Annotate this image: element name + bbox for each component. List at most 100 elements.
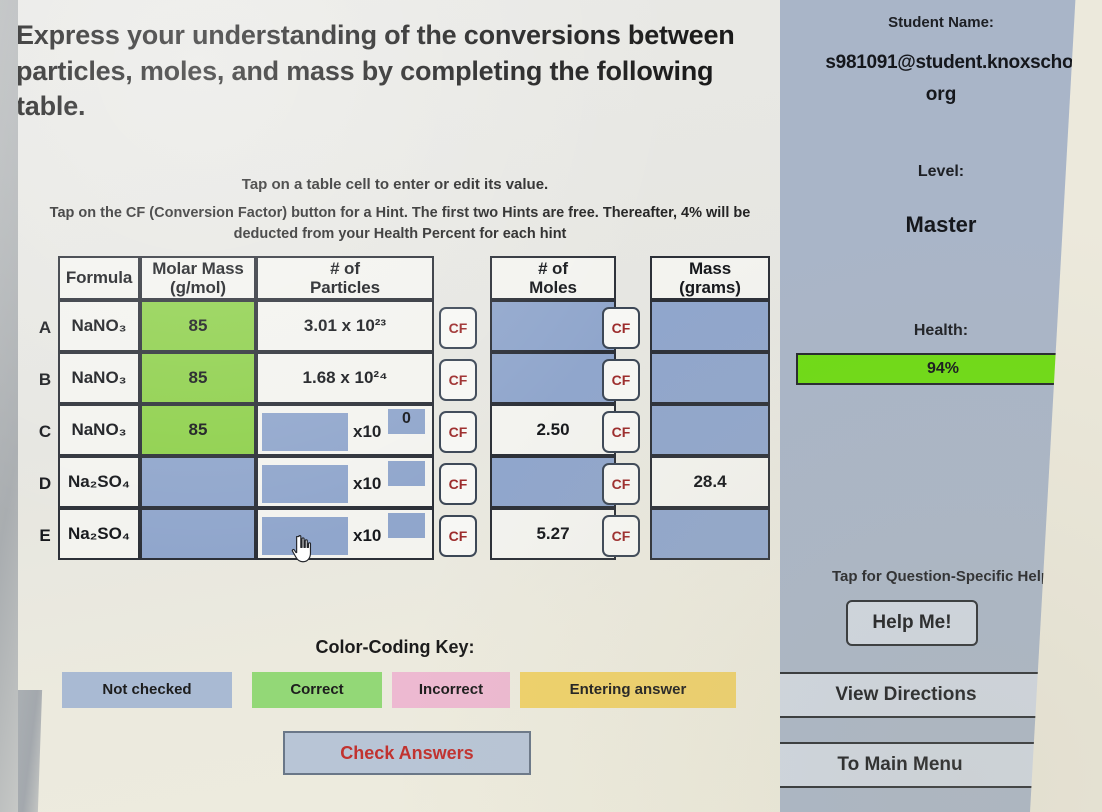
cf-button-moles-to-mass[interactable]: CF — [602, 463, 640, 505]
cell-moles[interactable]: 2.50 — [490, 404, 616, 456]
cf-label[interactable]: CF — [439, 307, 477, 349]
cf-button-particles-to-moles[interactable]: CF — [439, 515, 477, 557]
cell-formula: Na₂SO₄ — [58, 508, 140, 560]
cell-mass[interactable]: 28.4 — [650, 456, 770, 508]
table-left-group: Formula Molar Mass (g/mol) # of Particles NaN… — [58, 256, 434, 560]
table-row: Na₂SO₄ x10 — [58, 456, 434, 508]
cell-particles-sci[interactable]: x10 — [256, 508, 434, 560]
student-email-line2: org — [925, 84, 957, 105]
table-row — [490, 300, 616, 352]
to-main-menu-button[interactable]: To Main Menu — [780, 742, 1038, 788]
particles-mantissa-input[interactable] — [262, 413, 348, 451]
cf-label[interactable]: CF — [602, 463, 640, 505]
main-panel: Express your understanding of the conver… — [0, 0, 790, 812]
cf-button-moles-to-mass[interactable]: CF — [602, 411, 640, 453]
tip-tap-cell: Tap on a table cell to enter or edit its… — [241, 176, 549, 193]
particles-exponent-value — [388, 458, 425, 483]
particles-x10-label: x10 — [353, 474, 382, 493]
cell-mass[interactable] — [650, 352, 770, 404]
cf-button-moles-to-mass[interactable]: CF — [602, 515, 640, 557]
cf-label[interactable]: CF — [439, 359, 477, 401]
cell-particles[interactable]: 1.68 x 10²⁴ — [256, 352, 434, 404]
table-row: Na₂SO₄ x10 — [58, 508, 434, 560]
cf-label[interactable]: CF — [602, 307, 640, 349]
key-chip-not-checked: Not checked — [62, 672, 232, 708]
table-row — [650, 352, 770, 404]
cf-button-moles-to-mass[interactable]: CF — [602, 307, 640, 349]
cell-particles-sci[interactable]: x10 — [256, 456, 434, 508]
cell-mass[interactable] — [650, 404, 770, 456]
table-row — [650, 404, 770, 456]
device-left-edge — [0, 0, 18, 812]
level-value: Master — [905, 212, 977, 237]
table-row — [490, 456, 616, 508]
conversion-table-area: Formula Molar Mass (g/mol) # of Particles NaN… — [39, 256, 770, 581]
cf-label[interactable]: CF — [602, 515, 640, 557]
view-directions-button[interactable]: View Directions — [780, 672, 1046, 718]
student-email-line1: s981091@student.knoxschoo — [825, 52, 1085, 73]
table-row: 5.27 — [490, 508, 616, 560]
student-name-label: Student Name: — [888, 14, 994, 31]
check-answers-button[interactable]: Check Answers — [283, 731, 531, 775]
particles-mantissa-input[interactable] — [262, 465, 348, 503]
cell-molar-mass[interactable]: 85 — [140, 352, 256, 404]
cell-formula: Na₂SO₄ — [58, 456, 140, 508]
cell-mass[interactable] — [650, 508, 770, 560]
color-key-title: Color-Coding Key: — [315, 637, 475, 657]
cell-molar-mass[interactable] — [140, 508, 256, 560]
health-percent-text: 94% — [926, 360, 960, 377]
cell-moles[interactable] — [490, 352, 616, 404]
table-row: NaNO₃ 85 1.68 x 10²⁴ — [58, 352, 434, 404]
row-letter-label: A — [38, 318, 52, 337]
cell-particles-sci[interactable]: x10 0 — [256, 404, 434, 456]
key-chip-incorrect: Incorrect — [392, 672, 510, 708]
row-letter-label: E — [39, 526, 51, 545]
table-row: 2.50 — [490, 404, 616, 456]
row-letter-label: B — [38, 370, 52, 389]
table-row: NaNO₃ 85 3.01 x 10²³ — [58, 300, 434, 352]
header-mass: Mass (grams) — [650, 256, 770, 300]
cf-label[interactable]: CF — [602, 359, 640, 401]
particles-x10-label: x10 — [353, 422, 382, 441]
header-formula: Formula — [58, 256, 140, 300]
cf-button-particles-to-moles[interactable]: CF — [439, 411, 477, 453]
cell-moles[interactable]: 5.27 — [490, 508, 616, 560]
table-moles-group: # of Moles 2.50 5.27 — [490, 256, 616, 560]
table-row: NaNO₃ 85 x10 0 — [58, 404, 434, 456]
help-me-button[interactable]: Help Me! — [846, 600, 978, 646]
cell-molar-mass[interactable]: 85 — [140, 404, 256, 456]
table-row — [650, 300, 770, 352]
cell-mass[interactable] — [650, 300, 770, 352]
row-letter-label: C — [38, 422, 52, 441]
particles-mantissa-input[interactable] — [262, 517, 348, 555]
cf-label[interactable]: CF — [439, 515, 477, 557]
cf-label[interactable]: CF — [602, 411, 640, 453]
app-screen: Express your understanding of the conver… — [0, 0, 1102, 812]
table-row — [650, 508, 770, 560]
cf-button-particles-to-moles[interactable]: CF — [439, 463, 477, 505]
health-bar: 94% — [796, 353, 1086, 385]
cell-formula: NaNO₃ — [58, 352, 140, 404]
cell-particles[interactable]: 3.01 x 10²³ — [256, 300, 434, 352]
particles-x10-label: x10 — [353, 526, 382, 545]
cell-moles[interactable] — [490, 300, 616, 352]
cf-button-particles-to-moles[interactable]: CF — [439, 307, 477, 349]
table-mass-group: Mass (grams) 28.4 — [650, 256, 770, 560]
cell-molar-mass[interactable]: 85 — [140, 300, 256, 352]
cf-label[interactable]: CF — [439, 411, 477, 453]
header-molar-mass: Molar Mass (g/mol) — [140, 256, 256, 300]
cf-button-particles-to-moles[interactable]: CF — [439, 359, 477, 401]
table-row: 28.4 — [650, 456, 770, 508]
cell-molar-mass[interactable] — [140, 456, 256, 508]
cf-button-moles-to-mass[interactable]: CF — [602, 359, 640, 401]
table-row — [490, 352, 616, 404]
color-key-row: Not checked Correct Incorrect Entering a… — [62, 672, 762, 708]
header-particles: # of Particles — [256, 256, 434, 300]
row-letter-label: D — [38, 474, 52, 493]
header-moles: # of Moles — [490, 256, 616, 300]
cell-moles[interactable] — [490, 456, 616, 508]
cell-formula: NaNO₃ — [58, 404, 140, 456]
health-label: Health: — [913, 322, 969, 339]
question-prompt: Express your understanding of the conver… — [16, 20, 735, 122]
cf-label[interactable]: CF — [439, 463, 477, 505]
